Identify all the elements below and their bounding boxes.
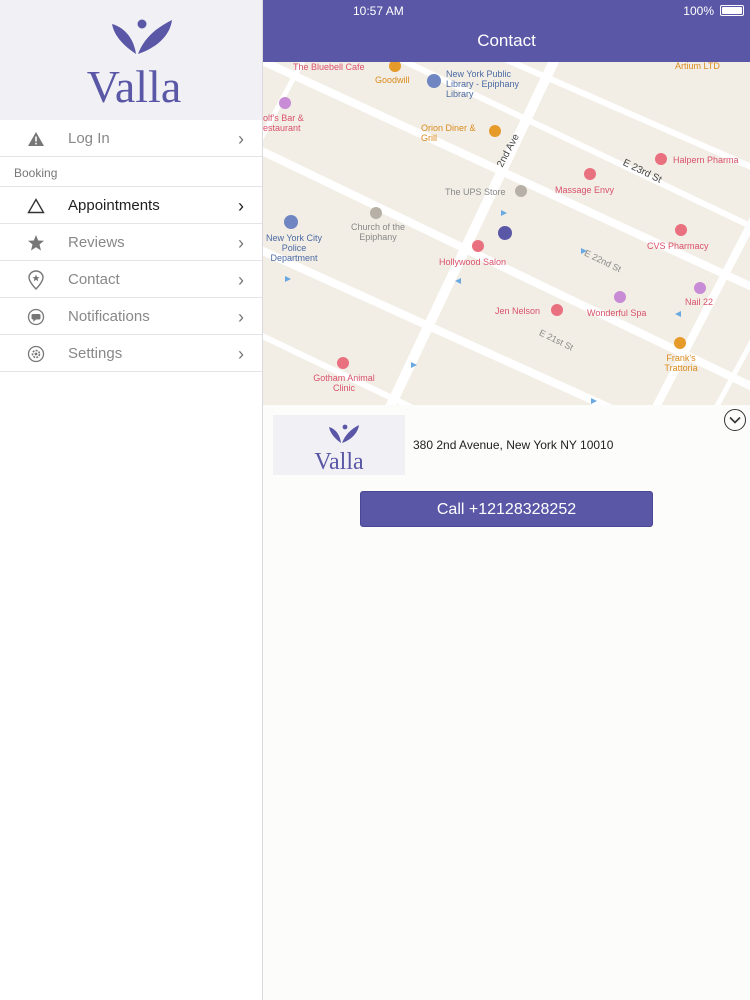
sidebar-item-settings[interactable]: Settings › [0, 335, 262, 372]
battery-percentage: 100% [683, 4, 714, 18]
map-poi-label: Halpern Pharma [673, 155, 739, 165]
sidebar-item-label: Appointments [68, 197, 160, 214]
map-poi-label: olf's Bar & estaurant [263, 113, 304, 133]
chevron-right-icon: › [238, 129, 244, 149]
sidebar-item-login[interactable]: Log In › [0, 120, 262, 157]
call-button[interactable]: Call +12128328252 [360, 491, 653, 527]
map-poi-label: New York City Police Department [265, 233, 323, 263]
sidebar-item-appointments[interactable]: Appointments › [0, 187, 262, 224]
map-poi-label: CVS Pharmacy [647, 241, 709, 251]
map-poi-label: Gotham Animal Clinic [313, 373, 375, 393]
status-bar: 10:57 AM 100% [263, 0, 750, 22]
chevron-right-icon: › [238, 233, 244, 253]
brand-logo: Valla [314, 424, 364, 475]
map-poi-label: The UPS Store [445, 187, 506, 197]
sidebar-item-label: Notifications [68, 308, 150, 325]
sidebar-header: Valla [0, 0, 262, 120]
map-poi-label: Orion Diner & Grill [421, 123, 476, 143]
sidebar-item-label: Reviews [68, 234, 125, 251]
section-header-booking: Booking [0, 157, 262, 187]
sidebar-item-label: Log In [68, 130, 110, 147]
location-pin-icon [26, 270, 46, 290]
sidebar-item-notifications[interactable]: Notifications › [0, 298, 262, 335]
chevron-right-icon: › [238, 196, 244, 216]
chevron-right-icon: › [238, 270, 244, 290]
business-address: 380 2nd Avenue, New York NY 10010 [413, 438, 614, 452]
business-logo: Valla [273, 415, 405, 475]
map-poi-label: Artium LTD [675, 62, 720, 71]
brand-logo: Valla [87, 19, 182, 106]
sidebar-item-contact[interactable]: Contact › [0, 261, 262, 298]
chevron-right-icon: › [238, 307, 244, 327]
chevron-right-icon: › [238, 344, 244, 364]
sidebar-item-label: Settings [68, 345, 123, 362]
map-poi-label: Jen Nelson [495, 306, 541, 316]
map-poi-label: Frank's Trattoria [664, 353, 698, 373]
warning-icon [26, 129, 46, 149]
map-view[interactable]: The Bluebell Cafe Goodwill New York Publ… [263, 62, 750, 405]
battery-icon [720, 5, 744, 16]
chevron-down-icon [729, 416, 741, 424]
map-poi-label: New York Public Library - Epiphany Libra… [446, 69, 520, 99]
page-title: Contact [477, 31, 536, 50]
status-time: 10:57 AM [353, 4, 404, 18]
map-poi-label: Massage Envy [555, 185, 615, 195]
contact-card: Valla 380 2nd Avenue, New York NY 10010 … [263, 405, 750, 1000]
map-poi-label: Goodwill [375, 75, 410, 85]
sidebar-item-label: Contact [68, 271, 120, 288]
nav-bar: Contact [263, 22, 750, 62]
map-poi-label: Hollywood Salon [439, 257, 507, 267]
map-poi-label: Nail 22 [685, 297, 714, 307]
map-poi-label: Church of the Epiphany [350, 222, 406, 242]
map-poi-label: The Bluebell Cafe [293, 62, 365, 72]
map-poi-label: Wonderful Spa [587, 308, 647, 318]
sidebar-item-reviews[interactable]: Reviews › [0, 224, 262, 261]
gear-icon [26, 344, 46, 364]
sidebar: Valla Log In › Booking Appointments › Re… [0, 0, 263, 1000]
chat-bubble-icon [26, 307, 46, 327]
svg-text:Valla: Valla [314, 449, 364, 475]
collapse-button[interactable] [724, 409, 746, 431]
app-root: Valla Log In › Booking Appointments › Re… [0, 0, 750, 1000]
svg-text:Valla: Valla [87, 61, 182, 106]
triangle-icon [26, 196, 46, 216]
star-icon [26, 233, 46, 253]
